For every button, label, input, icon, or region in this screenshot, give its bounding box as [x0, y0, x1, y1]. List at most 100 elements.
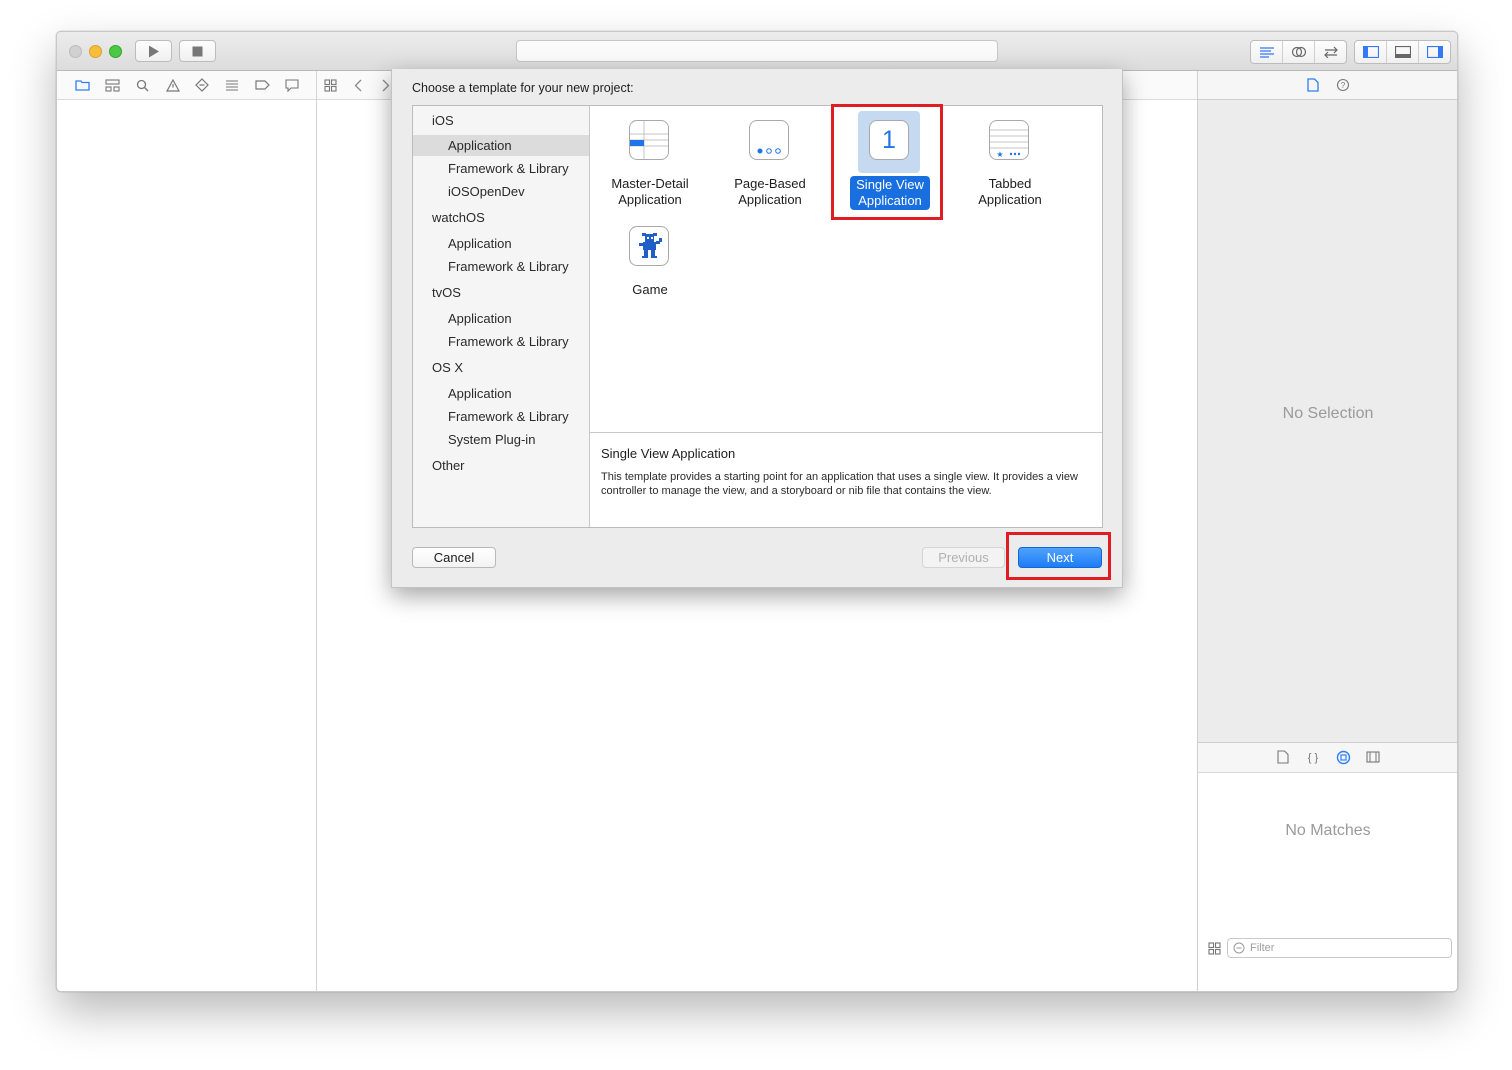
template-label: Single View Application — [830, 176, 950, 210]
cancel-button[interactable]: Cancel — [412, 547, 496, 568]
tabbed-icon: ★ — [989, 120, 1029, 160]
utilities-toggle-icon[interactable] — [1419, 41, 1450, 63]
category-osx[interactable]: OS X — [432, 360, 463, 375]
category-watchos-framework-library[interactable]: Framework & Library — [413, 256, 589, 277]
back-chevron-icon[interactable] — [350, 78, 366, 92]
view-toggle-control[interactable] — [1354, 40, 1451, 64]
activity-viewer — [516, 40, 998, 62]
folder-icon[interactable] — [74, 78, 90, 92]
grid-view-icon[interactable] — [1206, 941, 1222, 955]
no-selection-text: No Selection — [1282, 405, 1374, 422]
category-ios-iosopendev[interactable]: iOSOpenDev — [413, 181, 589, 202]
template-page-based[interactable]: Page-Based Application — [710, 106, 830, 210]
previous-button[interactable]: Previous — [922, 547, 1005, 568]
warning-icon[interactable] — [165, 78, 181, 92]
next-button[interactable]: Next — [1018, 547, 1102, 568]
category-osx-application[interactable]: Application — [413, 383, 589, 404]
debug-list-icon[interactable] — [224, 78, 240, 92]
template-label: Tabbed Application — [950, 176, 1070, 208]
search-icon[interactable] — [134, 78, 150, 92]
object-library-icon[interactable] — [1335, 750, 1351, 764]
symbol-hierarchy-icon[interactable] — [104, 78, 120, 92]
selected-template-label: Single View Application — [850, 176, 930, 210]
category-osx-system-plugin[interactable]: System Plug-in — [413, 429, 589, 450]
category-watchos-application[interactable]: Application — [413, 233, 589, 254]
version-editor-icon[interactable] — [1315, 41, 1346, 63]
zoom-window-button[interactable] — [109, 45, 122, 58]
svg-text:★: ★ — [996, 150, 1003, 159]
close-window-button[interactable] — [69, 45, 82, 58]
breakpoint-icon[interactable] — [254, 78, 270, 92]
template-label: Master-Detail Application — [590, 176, 710, 208]
category-osx-framework-library[interactable]: Framework & Library — [413, 406, 589, 427]
standard-editor-icon[interactable] — [1251, 41, 1283, 63]
category-other[interactable]: Other — [432, 458, 465, 473]
template-single-view[interactable]: 1 Single View Application — [830, 106, 950, 210]
utilities-pane: ? No Selection { } No Matches Filter — [1197, 71, 1457, 991]
category-tvos-application[interactable]: Application — [413, 308, 589, 329]
category-watchos[interactable]: watchOS — [432, 210, 485, 225]
file-template-icon[interactable] — [1275, 750, 1291, 764]
template-label-line2: Application — [618, 192, 682, 207]
filter-placeholder: Filter — [1250, 942, 1275, 954]
filter-icon — [1233, 942, 1245, 954]
template-label-line2: Application — [978, 192, 1042, 207]
toolbar — [57, 32, 1457, 71]
library-filter-bar: Filter — [1198, 934, 1457, 963]
editor-mode-control[interactable] — [1250, 40, 1347, 64]
template-panel: iOS Application Framework & Library iOSO… — [412, 105, 1103, 528]
description-text: This template provides a starting point … — [601, 471, 1078, 497]
test-diamond-icon[interactable] — [194, 78, 210, 92]
play-icon — [148, 45, 159, 57]
template-label: Page-Based Application — [710, 176, 830, 208]
debug-area-toggle-icon[interactable] — [1387, 41, 1419, 63]
template-label-line2: Application — [858, 193, 922, 208]
media-library-icon[interactable] — [1365, 750, 1381, 764]
library-filter-field[interactable]: Filter — [1227, 938, 1452, 958]
template-game[interactable]: Game — [590, 212, 710, 302]
template-grid: Master-Detail Application Page-Based App… — [590, 106, 1102, 433]
navigator-tabs — [57, 71, 316, 100]
template-chooser-sheet: Choose a template for your new project: … — [391, 69, 1123, 588]
stop-button[interactable] — [179, 40, 216, 62]
category-ios-application[interactable]: Application — [413, 135, 589, 156]
template-label: Game — [590, 282, 710, 298]
template-master-detail[interactable]: Master-Detail Application — [590, 106, 710, 210]
game-icon — [629, 226, 669, 266]
run-button[interactable] — [135, 40, 172, 62]
template-label-line2: Application — [738, 192, 802, 207]
template-label-line1: Page-Based — [734, 176, 806, 191]
template-label-line1: Tabbed — [988, 176, 1032, 191]
svg-text:{ }: { } — [1308, 752, 1319, 764]
minimize-window-button[interactable] — [89, 45, 102, 58]
platform-category-list: iOS Application Framework & Library iOSO… — [413, 106, 590, 527]
library-pane: { } No Matches Filter — [1198, 742, 1457, 991]
quick-help-icon[interactable]: ? — [1335, 78, 1351, 92]
category-ios[interactable]: iOS — [432, 113, 454, 128]
template-label-line1: Single View — [856, 177, 924, 192]
master-detail-icon — [629, 120, 669, 160]
page-based-icon — [749, 120, 789, 160]
template-label-line1: Master-Detail — [611, 176, 689, 191]
navigator-pane — [57, 71, 317, 991]
inspector-tabs: ? — [1198, 71, 1457, 100]
single-view-icon-number: 1 — [882, 125, 896, 154]
code-snippet-icon[interactable]: { } — [1305, 750, 1321, 764]
file-inspector-icon[interactable] — [1305, 78, 1321, 92]
category-tvos[interactable]: tvOS — [432, 285, 461, 300]
stop-icon — [192, 46, 203, 56]
template-description: Single View Application This template pr… — [590, 433, 1102, 527]
navigator-toggle-icon[interactable] — [1355, 41, 1387, 63]
category-ios-framework-library[interactable]: Framework & Library — [413, 158, 589, 179]
report-icon[interactable] — [284, 78, 300, 92]
related-items-icon[interactable] — [322, 78, 338, 92]
template-label-line1: Game — [632, 282, 668, 297]
template-tabbed[interactable]: ★ Tabbed Application — [950, 106, 1070, 210]
svg-text:?: ? — [1341, 81, 1346, 90]
single-view-icon: 1 — [869, 120, 909, 160]
category-tvos-framework-library[interactable]: Framework & Library — [413, 331, 589, 352]
sheet-title: Choose a template for your new project: — [412, 81, 634, 95]
no-matches-text: No Matches — [1285, 822, 1371, 839]
assistant-editor-icon[interactable] — [1283, 41, 1315, 63]
library-tabs: { } — [1198, 743, 1457, 773]
